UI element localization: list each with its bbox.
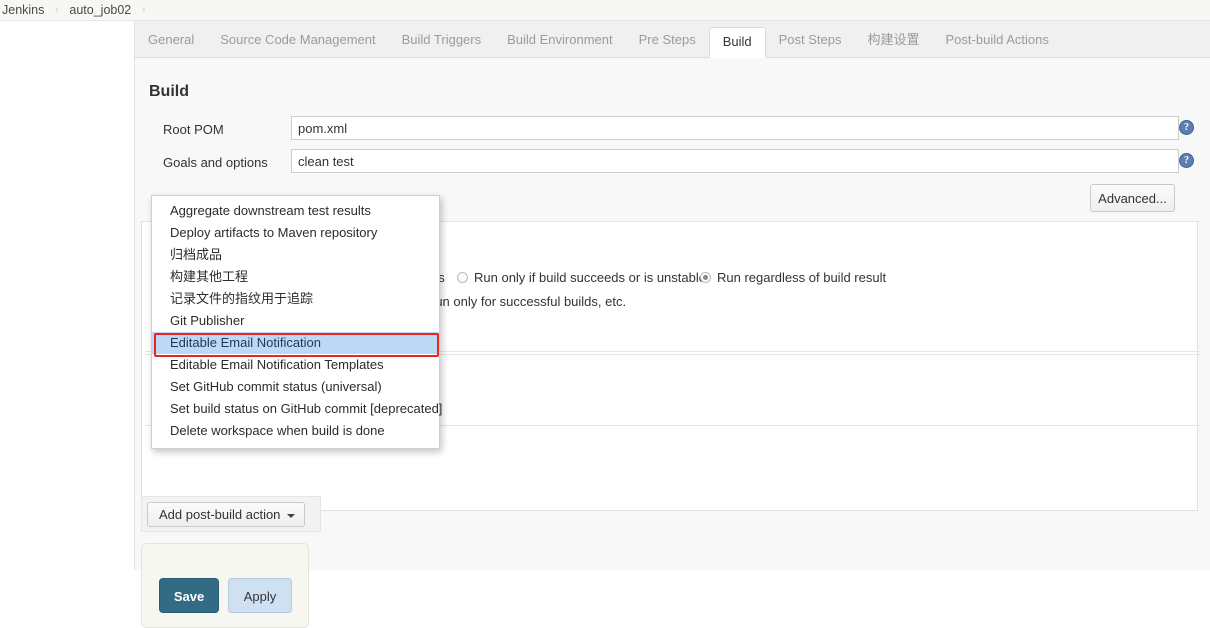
help-icon-root-pom[interactable]: ? xyxy=(1179,120,1194,135)
menu-item-delete-workspace[interactable]: Delete workspace when build is done xyxy=(152,420,439,442)
side-panel xyxy=(0,21,135,570)
post-build-action-dropdown-menu[interactable]: Aggregate downstream test results Deploy… xyxy=(151,195,442,449)
menu-item-record-fingerprints[interactable]: 记录文件的指纹用于追踪 xyxy=(152,288,439,310)
label-goals-options: Goals and options xyxy=(163,155,268,170)
build-trigger-hint-text: run only for successful builds, etc. xyxy=(431,294,627,309)
breadcrumb-separator-icon-2[interactable]: › xyxy=(133,4,154,14)
tab-build-settings[interactable]: 构建设置 xyxy=(855,26,933,57)
tab-source-code-management[interactable]: Source Code Management xyxy=(207,26,388,57)
menu-item-set-github-commit-status[interactable]: Set GitHub commit status (universal) xyxy=(152,376,439,398)
menu-item-build-other-projects[interactable]: 构建其他工程 xyxy=(152,266,439,288)
goals-options-input[interactable] xyxy=(291,149,1179,173)
form-submit-bar: Save Apply xyxy=(141,543,309,628)
menu-item-aggregate-downstream-test-results[interactable]: Aggregate downstream test results xyxy=(152,200,439,222)
breadcrumb: Jenkins › auto_job02 › xyxy=(0,0,1210,21)
tab-build-triggers[interactable]: Build Triggers xyxy=(389,26,494,57)
menu-item-archive-artifacts[interactable]: 归档成品 xyxy=(152,244,439,266)
config-tab-bar: General Source Code Management Build Tri… xyxy=(135,21,1210,58)
menu-item-editable-email-notification-templates[interactable]: Editable Email Notification Templates xyxy=(152,354,439,376)
add-post-build-action-label: Add post-build action xyxy=(159,507,281,522)
menu-item-git-publisher[interactable]: Git Publisher xyxy=(152,310,439,332)
save-button[interactable]: Save xyxy=(159,578,219,613)
breadcrumb-item-job[interactable]: auto_job02 xyxy=(67,3,133,17)
tab-post-steps[interactable]: Post Steps xyxy=(766,26,855,57)
page-title: Build xyxy=(149,83,189,100)
advanced-button[interactable]: Advanced... xyxy=(1090,184,1175,212)
menu-item-editable-email-notification[interactable]: Editable Email Notification xyxy=(152,332,439,354)
menu-item-deploy-artifacts-maven[interactable]: Deploy artifacts to Maven repository xyxy=(152,222,439,244)
tab-post-build-actions[interactable]: Post-build Actions xyxy=(933,26,1062,57)
tab-general[interactable]: General xyxy=(135,26,207,57)
breadcrumb-separator-icon: › xyxy=(55,4,59,14)
help-icon-goals-options[interactable]: ? xyxy=(1179,153,1194,168)
label-run-regardless: Run regardless of build result xyxy=(717,270,887,285)
form-row-root-pom: Root POM ? xyxy=(135,116,1210,144)
tab-pre-steps[interactable]: Pre Steps xyxy=(626,26,709,57)
label-run-if-succeeds: Run only if build succeeds or is unstabl… xyxy=(474,270,706,285)
chevron-down-icon xyxy=(287,514,296,518)
tab-build-environment[interactable]: Build Environment xyxy=(494,26,626,57)
root-pom-input[interactable] xyxy=(291,116,1179,140)
breadcrumb-item-jenkins[interactable]: Jenkins xyxy=(0,3,46,17)
radio-run-regardless[interactable] xyxy=(700,272,711,283)
apply-button[interactable]: Apply xyxy=(228,578,292,613)
add-post-build-action-button[interactable]: Add post-build action xyxy=(147,502,306,527)
tab-build[interactable]: Build xyxy=(708,27,766,58)
form-row-goals-options: Goals and options ? xyxy=(135,149,1210,177)
label-root-pom: Root POM xyxy=(163,122,224,137)
radio-run-if-succeeds[interactable] xyxy=(457,272,468,283)
menu-item-set-build-status-github-commit[interactable]: Set build status on GitHub commit [depre… xyxy=(152,398,442,420)
